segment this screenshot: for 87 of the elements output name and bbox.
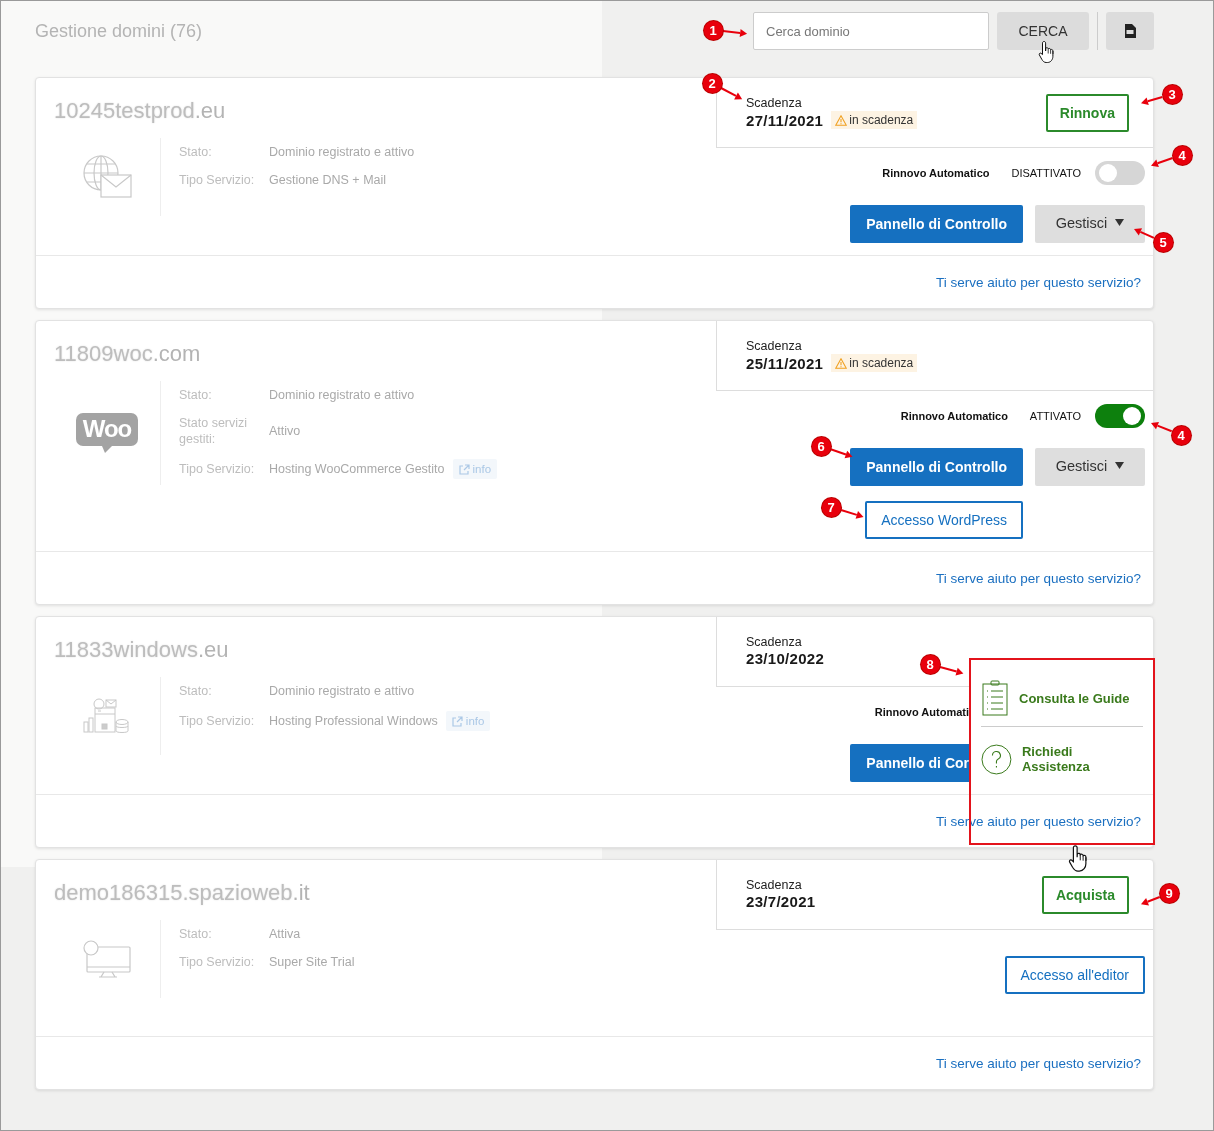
search-field[interactable]: Cerca dominio [753,12,989,50]
callout-arrow [829,448,853,459]
callout-number: 2 [702,73,722,93]
field-value: Dominio registrato e attivo [269,388,415,402]
callout-arrow [719,86,742,100]
expiry-label: Scadenza [746,338,803,353]
field-value: Hosting Professional Windows [269,714,438,728]
expiring-badge: in scadenza [831,354,918,372]
callout-arrow [938,665,964,675]
expiry-label: Scadenza [746,634,803,649]
expiry-date: 23/10/2022 [746,650,825,667]
auto-renew-label: Rinnovo Automati [874,706,969,718]
external-link-icon [451,715,463,727]
renew-button[interactable]: Rinnova [1045,94,1129,132]
field-label: Stato: [179,144,213,160]
export-button[interactable] [1106,12,1154,50]
field-label: Tipo Servizio: [179,172,256,188]
control-panel-button[interactable]: Pannello di Controllo [850,448,1023,486]
expiring-badge: in scadenza [831,111,918,129]
field-value: Attivo [269,424,301,438]
callout-arrow [839,508,864,519]
caret-icon [1115,462,1125,469]
callout-number: 5 [1153,232,1173,252]
expiry-label: Scadenza [746,95,803,110]
field-label: Tipo Servizio: [179,713,256,729]
question-circle-icon [981,743,1012,775]
warning-icon [835,114,848,126]
domain-name: 11833windows.eu [54,636,230,664]
expiry-date: 25/11/2021 [746,354,824,372]
control-panel-button[interactable]: Pannello di Controllo [850,205,1023,243]
spreadsheet-file-icon [1124,24,1136,38]
expiry-date: 27/11/2021 [746,111,824,129]
callout-number: 4 [1171,425,1191,445]
toggle-switch[interactable] [1095,161,1145,185]
access-button[interactable]: Accesso WordPress [865,501,1023,539]
domain-name: 10245testprod.eu [54,97,227,125]
callout-arrow [1141,895,1161,906]
callout-number: 4 [1172,145,1192,165]
field-value: Dominio registrato e attivo [269,684,415,698]
callout-number: 3 [1162,84,1182,104]
auto-renew-label: Rinnovo Automatico [900,410,1008,422]
clipboard-list-icon [981,680,1009,716]
auto-renew-label: Rinnovo Automatico [882,167,990,179]
callout-arrow [1134,228,1155,239]
woo-logo: Woo [75,413,139,453]
callout-number: 9 [1159,883,1179,903]
monitor-icon [82,939,132,979]
help-menu-item[interactable]: Richiedi Assistenza [1021,744,1143,774]
field-label: Tipo Servizio: [179,461,256,477]
field-value: Super Site Trial [269,955,355,969]
external-link-icon [458,463,470,475]
manage-dropdown[interactable]: Gestisci [1035,205,1145,243]
field-label: Tipo Servizio: [179,954,256,970]
auto-renew-status: ATTIVATO [1029,410,1081,422]
field-label: Stato: [179,387,213,403]
help-link[interactable]: Ti serve aiuto per questo servizio? [935,274,1141,290]
field-value: Attiva [269,927,301,941]
expiry-date: 23/7/2021 [746,893,816,910]
field-value: Gestione DNS + Mail [269,173,387,187]
renew-button[interactable]: Acquista [1041,876,1129,914]
field-value: Dominio registrato e attivo [269,145,415,159]
callout-arrow [1151,421,1173,433]
expiry-label: Scadenza [746,877,803,892]
help-link[interactable]: Ti serve aiuto per questo servizio? [935,1055,1141,1071]
callout-number: 1 [703,20,723,40]
auto-renew-status: DISATTIVATO [1011,167,1081,179]
manage-dropdown[interactable]: Gestisci [1035,448,1145,486]
field-label: Stato servizi gestiti: [179,415,249,447]
field-value: Hosting WooCommerce Gestito [269,462,445,476]
globe-mail-icon [82,155,132,199]
help-menu-item[interactable]: Consulta le Guide [1019,690,1130,706]
access-button[interactable]: Accesso all'editor [1004,956,1145,994]
server-building-icon [82,698,132,734]
domain-name: 11809woc.com [54,340,202,368]
page-title: Gestione domini (76) [35,21,203,42]
search-button[interactable]: CERCA [997,12,1089,50]
control-panel-button[interactable]: Pannello di Cor [850,744,969,782]
field-label: Stato: [179,926,213,942]
toggle-switch[interactable] [1095,404,1145,428]
domain-name: demo186315.spazioweb.it [54,879,311,907]
field-label: Stato: [179,683,213,699]
help-link[interactable]: Ti serve aiuto per questo servizio? [935,570,1141,586]
callout-arrow [1141,95,1164,105]
callout-arrow [1151,157,1174,168]
callout-arrow [721,29,747,38]
warning-icon [835,357,848,369]
caret-icon [1115,219,1125,226]
